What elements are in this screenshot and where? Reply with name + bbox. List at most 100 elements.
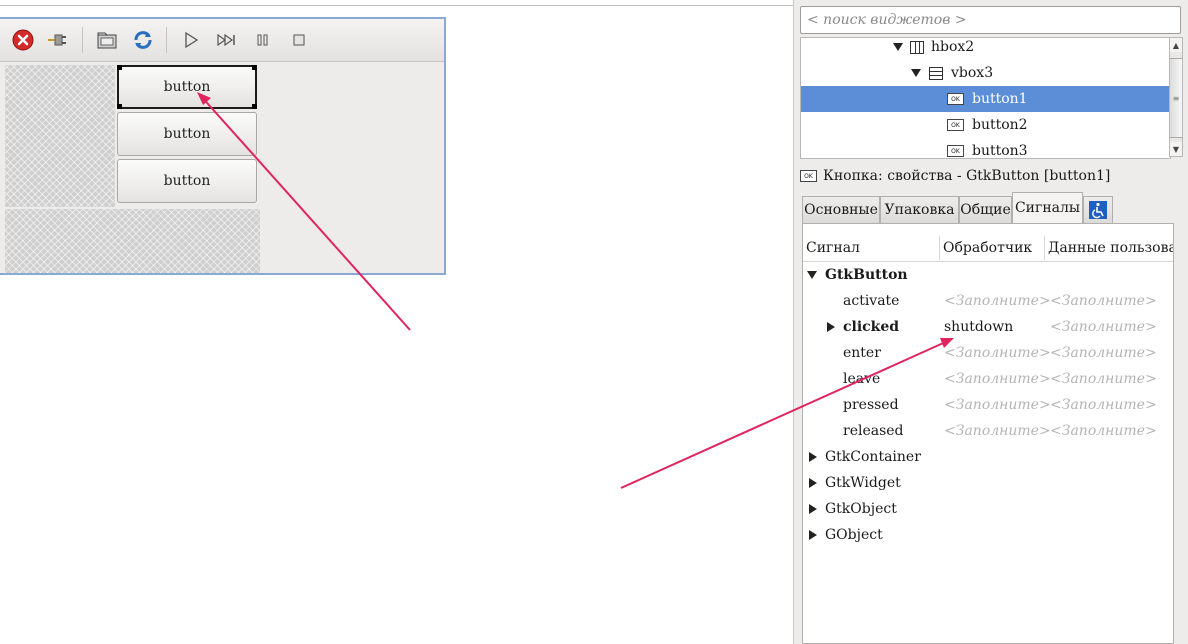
expander-right-icon[interactable] — [809, 452, 817, 462]
button-label: button — [163, 79, 211, 95]
empty-placeholder[interactable] — [5, 209, 260, 273]
widget-search-input[interactable]: < поиск виджетов > — [800, 6, 1181, 34]
signal-name: released — [843, 423, 904, 439]
user-data-placeholder[interactable]: <Заполните> — [1050, 423, 1157, 439]
tree-item-button2[interactable]: OK button2 — [801, 112, 1170, 138]
group-label: GObject — [825, 527, 883, 543]
signal-group-gobject[interactable]: GObject — [803, 522, 1173, 548]
signal-row[interactable]: activate <Заполните> <Заполните> — [803, 288, 1173, 314]
stop-icon[interactable] — [288, 29, 310, 51]
scroll-thumb[interactable]: ≡ — [1170, 58, 1182, 138]
vbox-icon — [929, 66, 943, 80]
resize-handle[interactable] — [252, 104, 257, 109]
plug-icon[interactable] — [46, 29, 68, 51]
tab-signals[interactable]: Сигналы — [1012, 192, 1083, 223]
column-header-label: Данные пользовате — [1048, 240, 1173, 256]
column-header-user-data[interactable]: Данные пользовате — [1045, 236, 1173, 260]
user-data-placeholder[interactable]: <Заполните> — [1050, 397, 1157, 413]
tab-general[interactable]: Основные — [802, 196, 880, 223]
signals-pane: Сигнал Обработчик Данные пользовате GtkB… — [802, 223, 1174, 644]
column-header-label: Сигнал — [806, 240, 860, 256]
properties-title: OK Кнопка: свойства - GtkButton [button1… — [800, 166, 1110, 186]
signal-name: leave — [843, 371, 881, 387]
top-divider — [0, 5, 793, 6]
empty-placeholder[interactable] — [5, 65, 115, 207]
tab-accessibility[interactable] — [1083, 196, 1113, 223]
column-header-signal[interactable]: Сигнал — [803, 236, 940, 260]
handler-value[interactable]: shutdown — [944, 319, 1013, 335]
handler-placeholder[interactable]: <Заполните> — [944, 397, 1051, 413]
group-label: GtkObject — [825, 501, 897, 517]
expander-right-icon[interactable] — [809, 478, 817, 488]
signal-row[interactable]: pressed <Заполните> <Заполните> — [803, 392, 1173, 418]
signal-group-gtkcontainer[interactable]: GtkContainer — [803, 444, 1173, 470]
expander-down-icon[interactable] — [807, 271, 817, 279]
tab-label: Сигналы — [1014, 200, 1081, 216]
signal-group-gtkobject[interactable]: GtkObject — [803, 496, 1173, 522]
ok-button-icon: OK — [947, 119, 964, 131]
tree-item-button3[interactable]: OK button3 — [801, 138, 1170, 159]
user-data-placeholder[interactable]: <Заполните> — [1050, 319, 1157, 335]
signal-name: activate — [843, 293, 900, 309]
signal-row[interactable]: clicked shutdown <Заполните> — [803, 314, 1173, 340]
close-icon[interactable] — [12, 29, 34, 51]
tab-label: Общие — [960, 202, 1011, 218]
tab-common[interactable]: Общие — [959, 196, 1012, 223]
tree-scrollbar[interactable]: ▲ ≡ ▼ — [1169, 37, 1183, 157]
expander-down-icon[interactable] — [893, 43, 903, 51]
toolbar-separator — [82, 27, 83, 53]
signal-group-gtkbutton[interactable]: GtkButton — [803, 262, 1173, 288]
tree-item-vbox3[interactable]: vbox3 — [801, 60, 1170, 86]
search-placeholder: < поиск виджетов > — [807, 12, 967, 28]
design-canvas[interactable]: button button button — [0, 62, 444, 273]
tree-item-label: vbox3 — [951, 65, 994, 81]
signal-row[interactable]: released <Заполните> <Заполните> — [803, 418, 1173, 444]
tree-item-label: button1 — [972, 91, 1028, 107]
user-data-placeholder[interactable]: <Заполните> — [1050, 293, 1157, 309]
user-data-placeholder[interactable]: <Заполните> — [1050, 345, 1157, 361]
folder-icon[interactable] — [96, 29, 118, 51]
scroll-down-icon[interactable]: ▼ — [1170, 142, 1182, 156]
handler-placeholder[interactable]: <Заполните> — [944, 293, 1051, 309]
resize-handle[interactable] — [117, 65, 122, 70]
tree-item-hbox2[interactable]: hbox2 — [801, 38, 1170, 60]
tab-packing[interactable]: Упаковка — [880, 196, 959, 223]
ok-button-icon: OK — [947, 93, 964, 105]
handler-placeholder[interactable]: <Заполните> — [944, 345, 1051, 361]
scroll-up-icon[interactable]: ▲ — [1170, 38, 1182, 52]
refresh-icon[interactable] — [132, 29, 154, 51]
properties-title-text: Кнопка: свойства - GtkButton [button1] — [823, 168, 1111, 184]
design-window: button button button — [0, 17, 446, 275]
resize-handle[interactable] — [117, 104, 122, 109]
column-header-handler[interactable]: Обработчик — [940, 236, 1045, 260]
pause-icon[interactable] — [252, 29, 274, 51]
ok-button-icon: OK — [947, 145, 964, 157]
accessibility-icon — [1089, 201, 1107, 219]
button-label: button — [163, 126, 211, 142]
signal-name: clicked — [843, 319, 900, 335]
expander-down-icon[interactable] — [911, 69, 921, 77]
user-data-placeholder[interactable]: <Заполните> — [1050, 371, 1157, 387]
tree-item-button1[interactable]: OK button1 — [801, 86, 1170, 112]
group-label: GtkButton — [825, 267, 908, 283]
resize-handle[interactable] — [252, 65, 257, 70]
signal-row[interactable]: enter <Заполните> <Заполните> — [803, 340, 1173, 366]
tab-label: Основные — [804, 202, 878, 218]
button2-widget[interactable]: button — [117, 112, 257, 156]
handler-placeholder[interactable]: <Заполните> — [944, 371, 1051, 387]
group-label: GtkWidget — [825, 475, 901, 491]
signal-name: enter — [843, 345, 881, 361]
button3-widget[interactable]: button — [117, 159, 257, 203]
button1-widget[interactable]: button — [117, 65, 257, 109]
inspector-panel: < поиск виджетов > hbox2 vbox3 OK button… — [793, 0, 1188, 644]
tree-item-label: button3 — [972, 143, 1028, 159]
signal-row[interactable]: leave <Заполните> <Заполните> — [803, 366, 1173, 392]
skip-forward-icon[interactable] — [216, 29, 238, 51]
expander-right-icon[interactable] — [809, 504, 817, 514]
expander-right-icon[interactable] — [809, 530, 817, 540]
handler-placeholder[interactable]: <Заполните> — [944, 423, 1051, 439]
play-icon[interactable] — [180, 29, 202, 51]
expander-right-icon[interactable] — [827, 322, 835, 332]
tab-label: Упаковка — [884, 202, 955, 218]
signal-group-gtkwidget[interactable]: GtkWidget — [803, 470, 1173, 496]
